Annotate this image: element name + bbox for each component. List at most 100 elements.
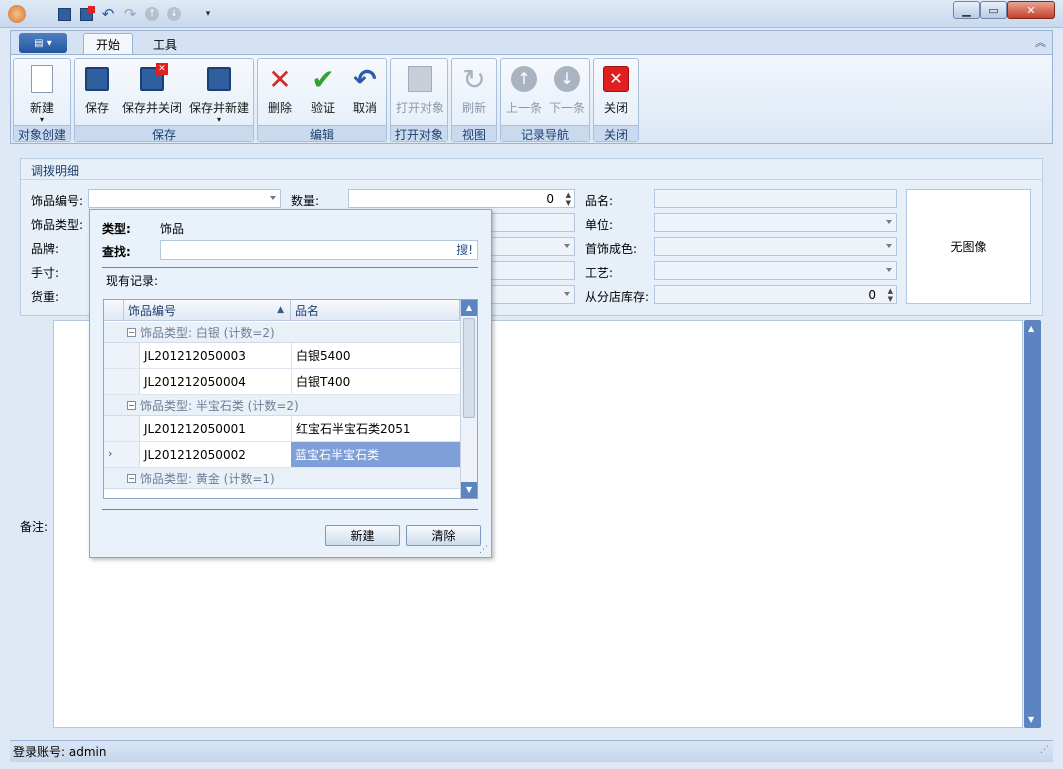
name-field[interactable] <box>654 189 897 208</box>
undo-icon[interactable]: ↶ <box>98 4 118 24</box>
group-label: 编辑 <box>258 125 386 142</box>
cancel-button[interactable]: ↶ 取消 <box>349 63 381 125</box>
group-row[interactable]: − 饰品类型: 半宝石类 (计数=2) <box>104 395 460 416</box>
dropdown-arrow-icon[interactable] <box>564 244 570 248</box>
popup-new-button[interactable]: 新建 <box>325 525 400 546</box>
middle-field-5[interactable] <box>490 285 575 304</box>
delete-button[interactable]: ✕ 删除 <box>264 63 296 125</box>
group-object-create: 新建 ▾ 对象创建 <box>13 58 71 142</box>
save-icon[interactable] <box>54 4 74 24</box>
app-menu-button[interactable]: ▤ ▾ <box>19 33 67 53</box>
collapse-ribbon-icon[interactable]: ︽ <box>1035 34 1046 50</box>
open-object-button[interactable]: 打开对象 <box>394 63 446 125</box>
quantity-spin[interactable]: 0 ▲ ▼ <box>348 189 575 208</box>
table-row-selected[interactable]: › JL201212050002 蓝宝石半宝石类 <box>104 442 460 468</box>
table-row[interactable]: JL201212050001 红宝石半宝石类2051 <box>104 416 460 442</box>
next-record-button[interactable]: ↓ 下一条 <box>547 63 587 125</box>
dropdown-arrow-icon[interactable] <box>886 268 892 272</box>
color-label: 首饰成色: <box>585 242 638 256</box>
undo-arrow-icon: ↶ <box>353 62 377 96</box>
new-button[interactable]: 新建 ▾ <box>19 63 65 125</box>
dropdown-arrow-icon[interactable] <box>564 292 570 296</box>
customize-qat-icon[interactable]: ▾ <box>198 4 218 24</box>
scroll-down-icon[interactable]: ▼ <box>461 482 477 498</box>
status-bar: 登录账号: admin ⋰ <box>10 740 1053 762</box>
records-grid: 饰品编号 ▲ 品名 − 饰品类型: 白银 (计数=2) JL2012120500… <box>103 299 478 499</box>
ribbon: 新建 ▾ 对象创建 保存 ✕ 保存并关闭 保存并新建 ▾ 保存 ✕ 删除 ✔ 验… <box>10 54 1053 144</box>
redo-icon[interactable]: ↷ <box>120 4 140 24</box>
search-input[interactable]: 搜! <box>160 240 478 260</box>
group-row[interactable]: − 饰品类型: 黄金 (计数=1) <box>104 468 460 489</box>
group-label: 对象创建 <box>14 125 70 142</box>
collapse-icon[interactable]: − <box>127 401 136 410</box>
resize-grip-icon[interactable]: ⋰ <box>479 545 488 555</box>
unit-combo[interactable] <box>654 213 897 232</box>
close-red-icon: ✕ <box>600 63 632 95</box>
resize-grip-icon[interactable]: ⋰ <box>1040 745 1049 755</box>
save-close-button[interactable]: ✕ 保存并关闭 <box>121 63 183 125</box>
ribbon-tab-bar: ▤ ▾ 开始 工具 ︽ <box>10 30 1053 55</box>
current-row-icon: › <box>108 447 113 460</box>
spin-arrows-icon[interactable]: ▲ ▼ <box>566 191 571 207</box>
tab-tools[interactable]: 工具 <box>141 33 189 55</box>
save-new-button[interactable]: 保存并新建 ▾ <box>188 63 250 125</box>
branch-stock-value: 0 <box>868 287 876 302</box>
scroll-up-icon[interactable]: ▲ <box>461 300 477 316</box>
collapse-icon[interactable]: − <box>127 328 136 337</box>
cell-code: JL201212050002 <box>144 447 246 462</box>
check-icon: ✔ <box>311 62 335 96</box>
middle-field-3[interactable] <box>490 237 575 256</box>
middle-field-4[interactable] <box>490 261 575 280</box>
dropdown-arrow-icon[interactable] <box>886 220 892 224</box>
type-value: 饰品 <box>160 222 185 236</box>
close-window-button[interactable]: ✕ <box>1007 1 1055 19</box>
grid-scrollbar[interactable]: ▲ ▼ <box>460 300 477 498</box>
up-circle-icon: ↑ <box>508 63 540 95</box>
save-button[interactable]: 保存 <box>81 63 113 125</box>
save-close-icon[interactable] <box>76 4 96 24</box>
dropdown-arrow-icon[interactable] <box>270 196 276 200</box>
dropdown-arrow-icon[interactable] <box>886 244 892 248</box>
table-row[interactable]: JL201212050003 白银5400 <box>104 343 460 369</box>
group-label: 保存 <box>75 125 253 142</box>
item-code-label: 饰品编号: <box>31 194 84 208</box>
group-label: 关闭 <box>594 125 638 142</box>
refresh-icon: ↻ <box>462 62 486 96</box>
craft-combo[interactable] <box>654 261 897 280</box>
branch-stock-spin[interactable]: 0 ▲ ▼ <box>654 285 897 304</box>
item-code-combo[interactable] <box>88 189 281 208</box>
color-combo[interactable] <box>654 237 897 256</box>
column-header-name[interactable]: 品名 <box>291 300 460 321</box>
maximize-button[interactable]: ▭ <box>980 1 1007 19</box>
group-row[interactable]: − 饰品类型: 白银 (计数=2) <box>104 322 460 343</box>
spin-arrows-icon[interactable]: ▲ ▼ <box>888 287 893 303</box>
scroll-down-icon[interactable]: ▼ <box>1028 715 1034 724</box>
column-header-code[interactable]: 饰品编号 ▲ <box>124 300 291 321</box>
prev-record-button[interactable]: ↑ 上一条 <box>504 63 544 125</box>
scroll-thumb[interactable] <box>463 318 475 418</box>
close-button[interactable]: ✕ 关闭 <box>600 63 632 125</box>
memo-scrollbar[interactable]: ▲ ▼ <box>1024 320 1041 728</box>
table-row[interactable]: JL201212050004 白银T400 <box>104 369 460 395</box>
floppy-new-icon <box>203 63 235 95</box>
tab-home[interactable]: 开始 <box>83 33 134 55</box>
popup-clear-button[interactable]: 清除 <box>406 525 481 546</box>
minimize-button[interactable]: ▁ <box>953 1 980 19</box>
up-icon[interactable]: ↑ <box>142 4 162 24</box>
collapse-icon[interactable]: − <box>127 474 136 483</box>
validate-button[interactable]: ✔ 验证 <box>307 63 339 125</box>
no-image-text: 无图像 <box>950 240 987 254</box>
app-icon[interactable] <box>8 5 26 23</box>
middle-field-2[interactable] <box>490 213 575 232</box>
floppy-icon <box>81 63 113 95</box>
down-icon[interactable]: ↓ <box>164 4 184 24</box>
scroll-up-icon[interactable]: ▲ <box>1028 324 1034 333</box>
row-indicator-header <box>104 300 124 321</box>
group-label: 视图 <box>452 125 496 142</box>
refresh-button[interactable]: ↻ 刷新 <box>458 63 490 125</box>
title-bar: ↶ ↷ ↑ ↓ ▾ ▁ ▭ ✕ <box>0 0 1063 28</box>
group-close: ✕ 关闭 关闭 <box>593 58 639 142</box>
group-open-object: 打开对象 打开对象 <box>390 58 448 142</box>
panel-title: 调拨明细 <box>31 164 80 178</box>
search-button[interactable]: 搜! <box>456 243 473 257</box>
